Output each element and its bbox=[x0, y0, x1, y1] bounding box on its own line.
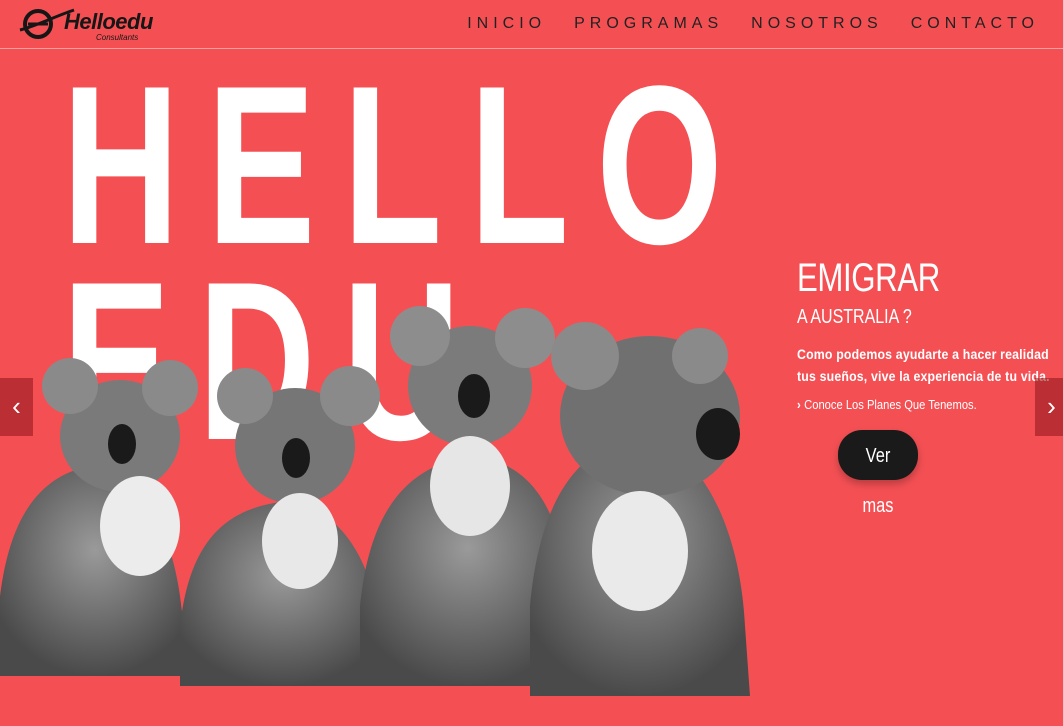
plans-link[interactable]: › Conoce Los Planes Que Tenemos. bbox=[797, 397, 1026, 412]
plans-link-label: Conoce Los Planes Que Tenemos. bbox=[804, 397, 977, 412]
hero-description: Como podemos ayudarte a hacer realidad t… bbox=[797, 346, 1050, 384]
ver-mas-label: Ver mas bbox=[862, 445, 894, 517]
brand-name: Helloedu bbox=[64, 9, 153, 34]
chevron-right-icon: › bbox=[1047, 391, 1056, 421]
hero-subtitle: A AUSTRALIA ? bbox=[797, 306, 912, 328]
hero-info-panel: EMIGRAR A AUSTRALIA ? Como podemos ayuda… bbox=[797, 258, 1063, 412]
koalas-image bbox=[0, 306, 750, 696]
chevron-left-icon: ‹ bbox=[12, 391, 21, 421]
chevron-right-icon: › bbox=[797, 397, 801, 412]
nav-item-contacto[interactable]: CONTACTO bbox=[911, 15, 1039, 33]
nav-item-inicio[interactable]: INICIO bbox=[467, 15, 546, 33]
nav-item-nosotros[interactable]: NOSOTROS bbox=[751, 15, 883, 33]
slider-prev-button[interactable]: ‹ bbox=[0, 378, 33, 436]
hero-title: EMIGRAR bbox=[797, 256, 940, 300]
nav-item-programas[interactable]: PROGRAMAS bbox=[574, 15, 723, 33]
slider-next-button[interactable]: › bbox=[1035, 378, 1063, 436]
ver-mas-button[interactable]: Ver mas bbox=[838, 430, 918, 517]
